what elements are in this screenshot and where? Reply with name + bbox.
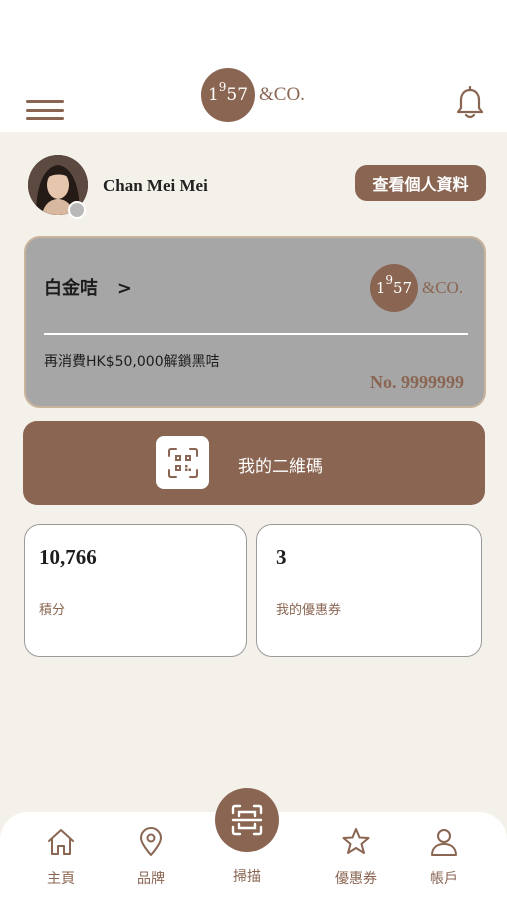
app-header: 1 9 57 &CO. (0, 0, 507, 132)
tier-name[interactable]: 白金咭 > (44, 274, 132, 300)
qr-code-icon (156, 436, 209, 489)
points-card[interactable]: 10,766 積分 (24, 524, 247, 657)
divider (44, 333, 468, 335)
nav-brand-label: 品牌 (137, 871, 165, 887)
bell-icon[interactable] (455, 85, 485, 120)
nav-home-label: 主頁 (47, 871, 75, 887)
chevron-right-icon: > (116, 278, 132, 299)
logo-circle: 1 9 57 (201, 68, 255, 122)
membership-card[interactable]: 白金咭 > 1 9 57 &CO. 再消費HK$50,000解鎖黑咭 No. 999… (24, 236, 486, 408)
brand-logo: 1 9 57 &CO. (201, 67, 305, 123)
coupons-value: 3 (276, 545, 287, 569)
view-profile-button[interactable]: 查看個人資料 (355, 165, 486, 201)
logo-suffix: &CO. (259, 84, 305, 105)
coupons-label: 我的優惠券 (276, 603, 342, 618)
card-logo-circle: 1 9 57 (370, 264, 418, 312)
scan-icon (231, 804, 263, 836)
location-pin-icon (140, 827, 162, 856)
tier-progress-text: 再消費HK$50,000解鎖黑咭 (44, 354, 220, 370)
my-qr-code-button[interactable]: 我的二維碼 (23, 421, 485, 505)
nav-account-label: 帳戶 (430, 871, 458, 887)
qr-label: 我的二維碼 (238, 457, 323, 477)
member-number: No. 9999999 (370, 372, 464, 392)
nav-account[interactable]: 帳戶 (409, 826, 479, 888)
nav-home[interactable]: 主頁 (26, 826, 96, 888)
points-label: 積分 (39, 603, 66, 618)
scan-button[interactable] (215, 788, 279, 852)
user-name: Chan Mei Mei (103, 176, 208, 195)
nav-coupons-label: 優惠券 (335, 871, 377, 887)
points-value: 10,766 (39, 545, 97, 569)
user-icon (431, 829, 457, 856)
card-logo: 1 9 57 &CO. (370, 264, 463, 312)
nav-coupons[interactable]: 優惠券 (321, 826, 391, 888)
home-icon (48, 829, 74, 855)
coupons-card[interactable]: 3 我的優惠券 (256, 524, 482, 657)
avatar-status-dot (68, 201, 86, 219)
star-icon (342, 828, 370, 854)
nav-scan-label: 掃描 (233, 869, 261, 885)
nav-brand[interactable]: 品牌 (116, 826, 186, 888)
card-logo-suffix: &CO. (422, 278, 464, 297)
hamburger-icon[interactable] (26, 100, 64, 120)
